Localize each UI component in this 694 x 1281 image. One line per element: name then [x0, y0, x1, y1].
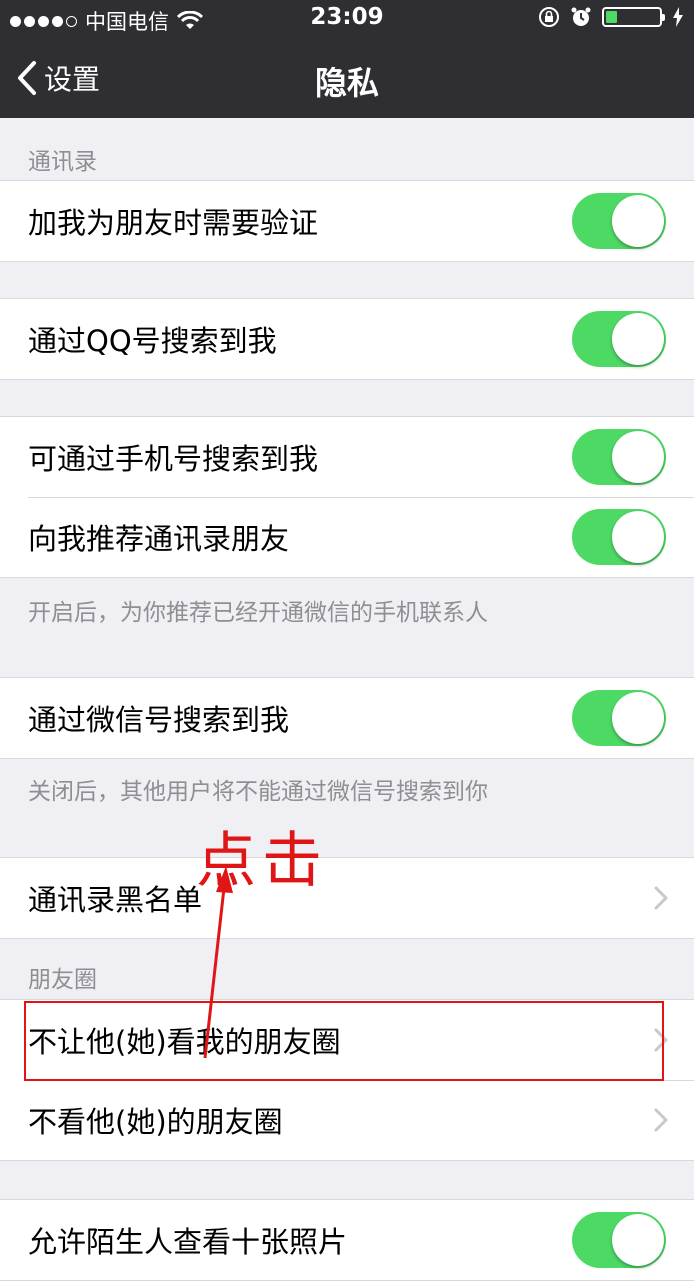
- orientation-lock-icon: [539, 7, 559, 27]
- group-blacklist: 通讯录黑名单: [0, 857, 694, 939]
- group-verify: 加我为朋友时需要验证: [0, 180, 694, 262]
- row-friend-verification: 加我为朋友时需要验证: [0, 181, 694, 261]
- row-search-by-wechat-id: 通过微信号搜索到我: [0, 678, 694, 758]
- row-search-by-phone: 可通过手机号搜索到我: [0, 417, 694, 497]
- row-label: 通过微信号搜索到我: [28, 703, 290, 737]
- group-qq: 通过QQ号搜索到我: [0, 298, 694, 380]
- row-stranger-photos: 允许陌生人查看十张照片: [0, 1200, 694, 1280]
- row-search-by-qq: 通过QQ号搜索到我: [0, 299, 694, 379]
- page-title: 隐私: [314, 64, 379, 102]
- section-label-contacts: 通讯录: [28, 149, 97, 175]
- row-recommend-contacts: 向我推荐通讯录朋友: [0, 497, 694, 577]
- verify-toggle[interactable]: [572, 193, 666, 249]
- battery-icon: [602, 7, 665, 27]
- row-label: 加我为朋友时需要验证: [28, 206, 319, 240]
- wechat-search-toggle[interactable]: [572, 690, 666, 746]
- recommend-footnote: 开启后，为你推荐已经开通微信的手机联系人: [28, 600, 488, 626]
- section-label-moments: 朋友圈: [28, 967, 97, 993]
- chevron-right-icon: [654, 1108, 668, 1132]
- charging-bolt-icon: [673, 7, 683, 27]
- row-hide-moments[interactable]: 不看他(她)的朋友圈: [0, 1080, 694, 1160]
- row-label: 可通过手机号搜索到我: [28, 442, 319, 476]
- highlight-box: [24, 1001, 664, 1081]
- row-label: 不看他(她)的朋友圈: [28, 1105, 283, 1139]
- row-label: 通讯录黑名单: [28, 883, 203, 917]
- chevron-right-icon: [654, 886, 668, 910]
- click-annotation-text: 点击: [196, 826, 328, 896]
- status-bar: 中国电信 23:09: [0, 0, 694, 40]
- qq-search-toggle[interactable]: [572, 311, 666, 367]
- stranger-photos-toggle[interactable]: [572, 1212, 666, 1268]
- row-blacklist[interactable]: 通讯录黑名单: [0, 858, 694, 938]
- row-label: 允许陌生人查看十张照片: [28, 1225, 348, 1259]
- alarm-icon: [571, 7, 591, 26]
- group-partial: 允许陌生人查看十张照片: [0, 1199, 694, 1281]
- navigation-bar: 设置 隐私: [0, 40, 694, 118]
- row-label: 通过QQ号搜索到我: [28, 324, 277, 358]
- group-phone: 可通过手机号搜索到我 向我推荐通讯录朋友: [0, 416, 694, 578]
- status-right: [538, 6, 684, 28]
- recommend-toggle[interactable]: [572, 509, 666, 565]
- group-wechat: 通过微信号搜索到我: [0, 677, 694, 759]
- row-label: 向我推荐通讯录朋友: [28, 522, 290, 556]
- wechat-footnote: 关闭后，其他用户将不能通过微信号搜索到你: [28, 779, 488, 805]
- phone-search-toggle[interactable]: [572, 429, 666, 485]
